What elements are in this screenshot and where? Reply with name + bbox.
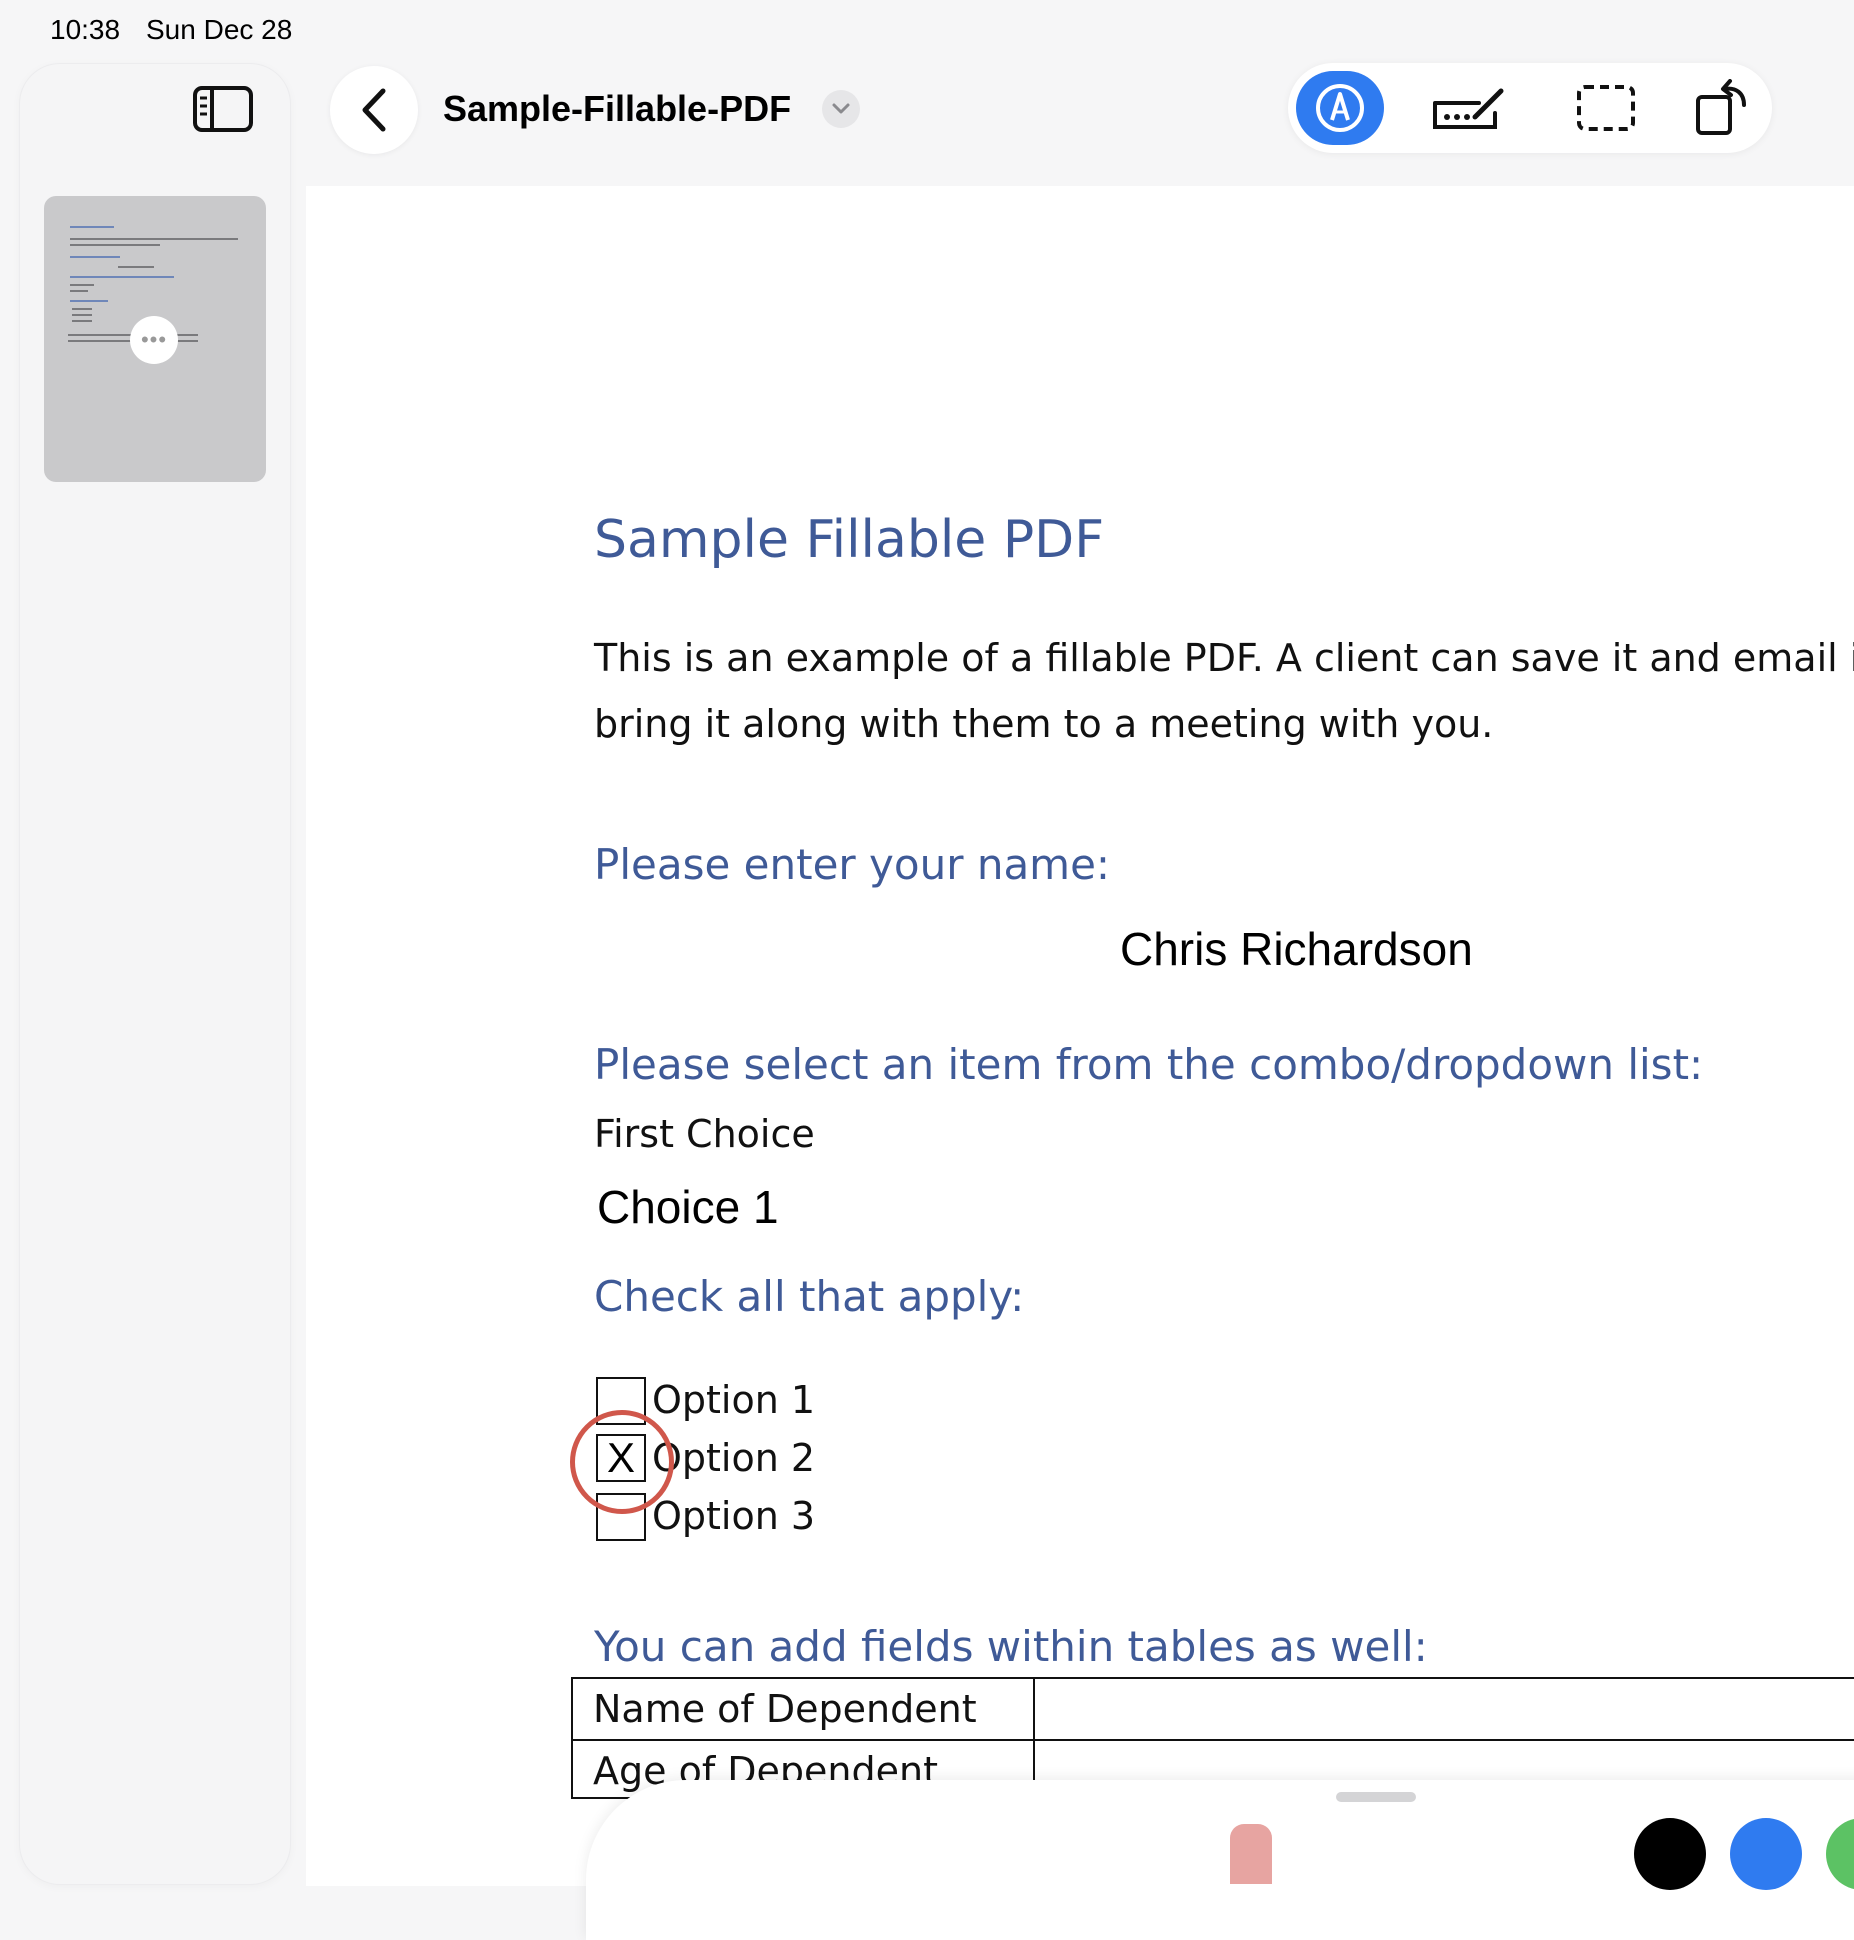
dashed-rectangle-icon — [1577, 85, 1635, 131]
document-title[interactable]: Sample-Fillable-PDF — [443, 88, 791, 130]
rotate-button[interactable] — [1678, 71, 1766, 145]
first-choice-label: First Choice — [594, 1112, 815, 1156]
option-1-label: Option 1 — [652, 1378, 816, 1422]
combo-dropdown-field[interactable]: Choice 1 — [597, 1180, 779, 1234]
table-label: You can add fields within tables as well… — [594, 1622, 1428, 1671]
markup-button[interactable] — [1296, 71, 1384, 145]
signature-button[interactable] — [1424, 71, 1512, 145]
option-3-label: Option 3 — [652, 1494, 816, 1538]
table-row: Name of Dependent — [573, 1679, 1854, 1741]
touch-indicator — [570, 1410, 674, 1514]
intro-text-line-1: This is an example of a fillable PDF. A … — [594, 636, 1854, 680]
checkbox-group-label: Check all that apply: — [594, 1272, 1025, 1321]
signature-icon — [1433, 88, 1504, 129]
eraser-tool[interactable] — [1230, 1824, 1272, 1884]
rotate-icon — [1696, 79, 1746, 135]
option-2-label: Option 2 — [652, 1436, 816, 1480]
combo-label: Please select an item from the combo/dro… — [594, 1040, 1704, 1089]
ellipsis-icon[interactable]: ••• — [130, 316, 178, 364]
chevron-left-icon — [362, 88, 386, 132]
intro-text-line-2: bring it along with them to a meeting wi… — [594, 702, 1494, 746]
palette-grabber[interactable] — [1336, 1792, 1416, 1802]
top-toolbar — [1288, 63, 1772, 153]
status-time: 10:38 — [50, 14, 121, 45]
table-cell-label: Name of Dependent — [593, 1687, 977, 1731]
back-button[interactable] — [330, 66, 418, 154]
pdf-title: Sample Fillable PDF — [594, 510, 1105, 570]
sidebar-icon[interactable] — [192, 84, 254, 134]
pen-tip-icon — [1316, 84, 1364, 132]
color-swatch-blue[interactable] — [1730, 1818, 1802, 1890]
name-label: Please enter your name: — [594, 840, 1111, 889]
color-swatch-black[interactable] — [1634, 1818, 1706, 1890]
status-date: Sun Dec 28 — [146, 14, 293, 45]
name-field[interactable]: Chris Richardson — [1120, 922, 1473, 976]
select-area-button[interactable] — [1562, 71, 1650, 145]
chevron-down-icon[interactable] — [822, 90, 860, 128]
